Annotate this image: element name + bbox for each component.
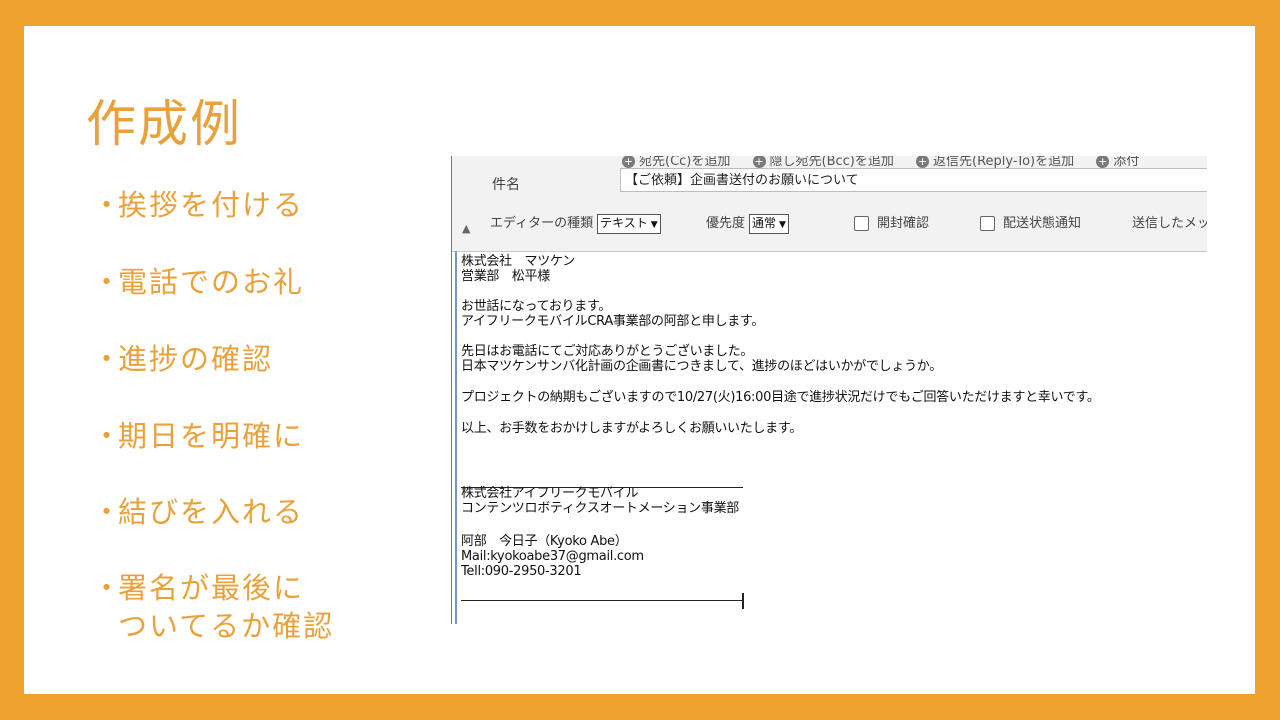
plus-icon: +: [916, 156, 930, 168]
plus-icon: +: [1096, 156, 1110, 168]
editor-focus-border: [455, 251, 457, 624]
plus-icon: +: [622, 156, 635, 168]
editor-type-group: エディターの種類 テキスト ▼: [490, 214, 661, 234]
email-compose-screenshot: + 宛先(Cc)を追加 + 隠し宛先(Bcc)を追加 + 返信先(Reply-To)を…: [451, 156, 1207, 624]
text-cursor: [742, 593, 744, 609]
body-line: 日本マツケンサンバ化計画の企画書につきまして、進捗のほどはいかがでしょうか。: [461, 359, 942, 374]
subject-label: 件名: [492, 177, 520, 193]
bullet-text: 挨拶を付ける: [118, 188, 305, 222]
read-receipt-label: 開封確認: [877, 216, 930, 231]
delivery-notice-label: 配送状態通知: [1003, 216, 1082, 231]
priority-label: 優先度: [706, 216, 746, 231]
bullet-mark: ・: [92, 188, 124, 222]
subject-input[interactable]: 【ご依頼】企画書送付のお願いについて: [620, 168, 1207, 192]
bullet-mark: ・: [92, 419, 124, 453]
bullet-text: 期日を明確に: [118, 419, 305, 453]
signature-mail: Mail:kyokoabe37@gmail.com: [461, 549, 644, 564]
chevron-down-icon: ▼: [779, 220, 786, 230]
body-line: アイフリークモバイルCRA事業部の阿部と申します。: [461, 314, 765, 329]
chevron-down-icon: ▼: [650, 220, 658, 230]
collapse-arrow-icon[interactable]: ▲: [462, 222, 470, 235]
plus-icon: +: [752, 156, 766, 168]
body-line: 営業部 松平様: [461, 269, 550, 284]
signature-bottom-divider: [461, 600, 743, 601]
bullet-item: ・結びを入れる: [92, 493, 304, 531]
bullet-item: ・電話でのお礼: [92, 263, 304, 301]
bullet-text: 署名が最後に: [118, 571, 305, 605]
bullet-text-continued: ついてるか確認: [118, 609, 335, 643]
bullet-item: ・期日を明確に: [92, 417, 304, 455]
email-header-panel: + 宛先(Cc)を追加 + 隠し宛先(Bcc)を追加 + 返信先(Reply-To)を…: [452, 156, 1207, 252]
bullet-text: 結びを入れる: [118, 495, 305, 529]
slide-title: 作成例: [86, 95, 242, 153]
bullet-mark: ・: [92, 265, 124, 299]
body-line: プロジェクトの納期もございますので10/27(火)16:00目途で進捗状況だけで…: [461, 390, 1100, 405]
priority-select[interactable]: 通常 ▼: [749, 214, 789, 234]
priority-group: 優先度 通常 ▼: [706, 214, 789, 234]
signature-name: 阿部 今日子（Kyoko Abe）: [461, 534, 628, 549]
bullet-mark: ・: [92, 495, 124, 529]
delivery-notice-checkbox[interactable]: [980, 216, 995, 231]
sent-mail-option[interactable]: 送信したメッセ: [1132, 214, 1207, 234]
body-line: 以上、お手数をおかけしますがよろしくお願いいたします。: [461, 421, 802, 436]
email-body-editor[interactable]: 株式会社 マツケン 営業部 松平様 お世話になっております。 アイフリークモバイ…: [461, 254, 1201, 579]
bullet-text: 電話でのお礼: [118, 265, 305, 299]
body-line: 株式会社 マツケン: [461, 254, 575, 269]
frame-edge: [451, 156, 452, 624]
slide-canvas: 作成例 ・挨拶を付ける ・電話でのお礼 ・進捗の確認 ・期日を明確に ・結びを入…: [24, 26, 1255, 694]
body-line: 先日はお電話にてご対応ありがとうございました。: [461, 344, 754, 359]
bullet-item: ・進捗の確認: [92, 340, 273, 378]
bullet-text: 進捗の確認: [118, 342, 274, 376]
body-line: お世話になっております。: [461, 299, 612, 314]
bullet-mark: ・: [92, 342, 124, 376]
editor-type-label: エディターの種類: [490, 216, 594, 231]
bullet-item: ・挨拶を付ける: [92, 186, 304, 224]
signature-top-divider: [461, 487, 743, 488]
editor-type-select[interactable]: テキスト ▼: [597, 214, 661, 234]
signature-company: 株式会社アイフリークモバイル: [461, 486, 639, 501]
signature-tel: Tell:090-2950-3201: [461, 564, 582, 579]
delivery-notice-group[interactable]: 配送状態通知: [980, 214, 1081, 234]
bullet-item: ・署名が最後に ついてるか確認: [92, 569, 334, 645]
read-receipt-group[interactable]: 開封確認: [854, 214, 929, 234]
bullet-mark: ・: [92, 571, 124, 605]
read-receipt-checkbox[interactable]: [854, 216, 869, 231]
signature-department: コンテンツロボティクスオートメーション事業部: [461, 501, 739, 516]
